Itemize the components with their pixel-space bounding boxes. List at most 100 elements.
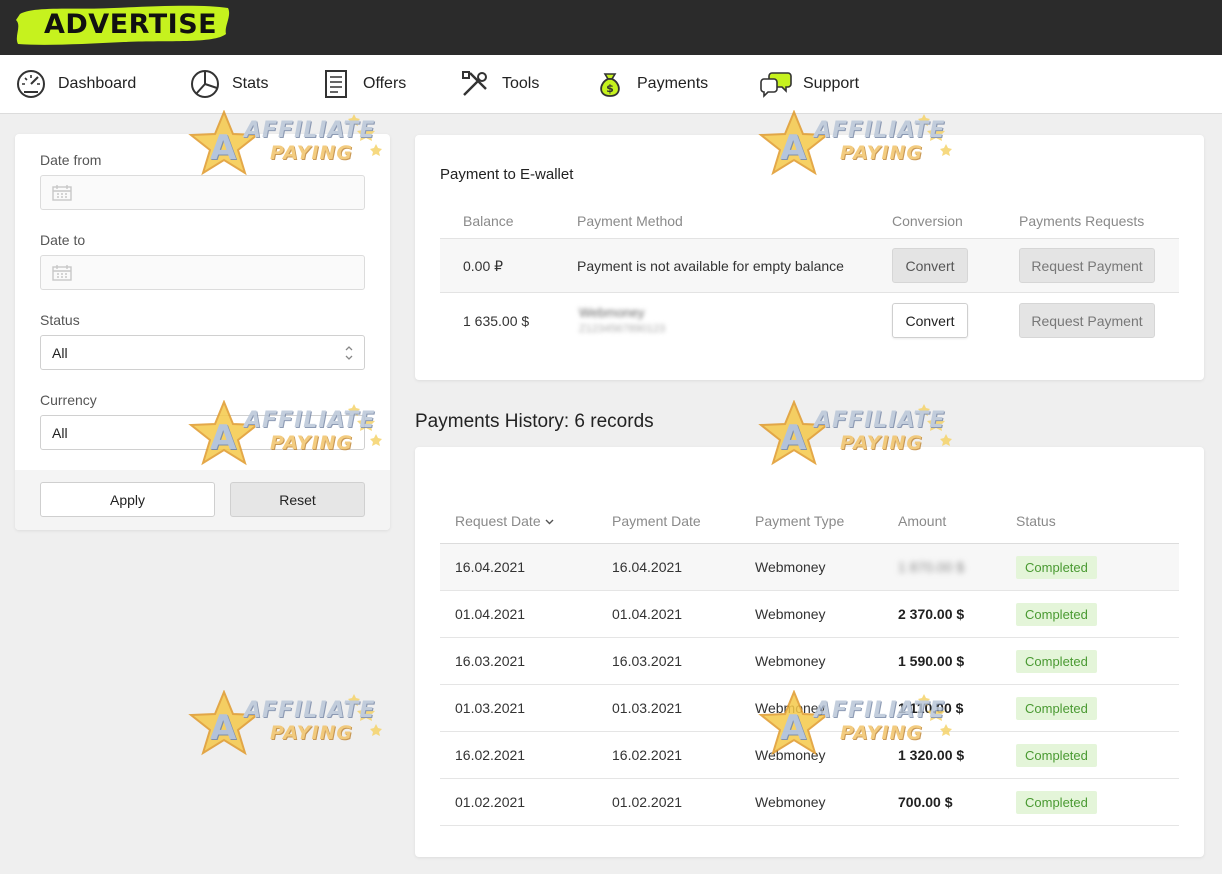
wallet-method-blurred: Webmoney Z1234567890123 [577,303,717,343]
column-header-payment-method: Payment Method [577,213,683,229]
column-header-payment-type: Payment Type [755,513,845,529]
amount-cell: 1 110.00 $ [898,700,964,716]
nav-label: Payments [637,75,709,92]
request-payment-button[interactable]: Request Payment [1019,248,1155,283]
nav-item-support[interactable]: Support [760,55,859,113]
pie-chart-icon [189,68,221,100]
nav-item-offers[interactable]: Offers [320,55,406,113]
table-row: 16.04.2021 16.04.2021 Webmoney 1 870.00 $ Co… [440,544,1179,591]
wallet-method-account: Z1234567890123 [579,323,666,335]
ewallet-title: Payment to E-wallet [440,166,574,183]
convert-button-disabled[interactable]: Convert [892,248,968,283]
status-select[interactable]: All [40,335,365,370]
wallet-balance: 0.00 ₽ [463,258,504,274]
request-date-cell: 01.03.2021 [455,700,526,716]
wallet-method-name: Webmoney [579,305,645,320]
currency-select-value: All [52,425,68,441]
date-to-input[interactable] [40,255,365,290]
date-from-label: Date from [40,152,102,168]
nav-item-dashboard[interactable]: Dashboard [15,55,136,113]
payment-date-cell: 16.04.2021 [612,559,683,575]
payment-ewallet-card: Payment to E-wallet Balance Payment Meth… [415,135,1204,380]
calendar-icon [52,185,72,206]
payment-date-cell: 01.04.2021 [612,606,683,622]
payment-date-cell: 01.02.2021 [612,794,683,810]
nav-label: Stats [232,75,269,92]
payments-history-card: Request Date Payment Date Payment Type A… [415,447,1204,857]
star-icon [188,690,382,756]
row-divider [440,292,1179,293]
status-select-value: All [52,345,68,361]
column-header-payment-date: Payment Date [612,513,701,529]
nav-item-stats[interactable]: Stats [189,55,268,113]
wallet-balance: 1 635.00 $ [463,313,530,329]
payment-type-cell: Webmoney [755,794,826,810]
request-date-cell: 01.02.2021 [455,794,526,810]
nav-item-payments[interactable]: $ Payments [594,55,708,113]
column-header-balance: Balance [463,213,514,229]
table-row: 01.02.2021 01.02.2021 Webmoney 700.00 $ Comp… [440,779,1179,826]
table-row: 01.04.2021 01.04.2021 Webmoney 2 370.00 $ Co… [440,591,1179,638]
column-header-payments-requests: Payments Requests [1019,213,1145,229]
convert-button[interactable]: Convert [892,303,968,338]
payment-date-cell: 16.02.2021 [612,747,683,763]
filter-panel: Date from Date to Status All Currency Al… [15,134,390,530]
wallet-row: 0.00 ₽ Payment is not available for empt… [440,239,1179,292]
table-row: 01.03.2021 01.03.2021 Webmoney 1 110.00 $ Co… [440,685,1179,732]
nav-label: Tools [502,75,540,92]
logo-text: ADVERTISE [44,9,218,40]
payment-date-cell: 16.03.2021 [612,653,683,669]
reset-button[interactable]: Reset [230,482,365,517]
request-date-cell: 16.02.2021 [455,747,526,763]
nav-label: Dashboard [58,75,137,92]
amount-cell: 1 870.00 $ [898,559,965,575]
payments-history-title: Payments History: 6 records [415,411,654,432]
date-to-label: Date to [40,232,86,248]
status-badge: Completed [1016,603,1097,626]
amount-cell: 2 370.00 $ [898,606,965,622]
column-header-request-date[interactable]: Request Date [455,513,554,529]
status-label: Status [40,312,80,328]
filter-footer: Apply Reset [15,470,390,530]
svg-text:$: $ [606,82,614,95]
payment-type-cell: Webmoney [755,559,826,575]
payment-type-cell: Webmoney [755,606,826,622]
payment-type-cell: Webmoney [755,747,826,763]
status-badge: Completed [1016,556,1097,579]
nav-item-tools[interactable]: Tools [459,55,539,113]
column-header-conversion: Conversion [892,213,963,229]
payment-type-cell: Webmoney [755,700,826,716]
currency-select[interactable]: All [40,415,365,450]
gauge-icon [15,68,47,100]
status-badge: Completed [1016,697,1097,720]
wallet-method: Payment is not available for empty balan… [577,258,844,274]
nav-label: Offers [363,75,407,92]
apply-button[interactable]: Apply [40,482,215,517]
amount-cell: 1 320.00 $ [898,747,965,763]
currency-label: Currency [40,392,97,408]
select-arrows-icon [344,343,354,363]
document-icon [320,68,352,100]
payment-date-cell: 01.03.2021 [612,700,683,716]
amount-cell: 1 590.00 $ [898,653,965,669]
table-row: 16.03.2021 16.03.2021 Webmoney 1 590.00 $ Co… [440,638,1179,685]
main-nav: Dashboard Stats Offers Tools $ Payments … [0,55,1222,114]
amount-cell: 700.00 $ [898,794,953,810]
request-date-cell: 16.04.2021 [455,559,526,575]
top-bar: ADVERTISE [0,0,1222,55]
status-badge: Completed [1016,744,1097,767]
request-payment-button[interactable]: Request Payment [1019,303,1155,338]
status-badge: Completed [1016,791,1097,814]
money-bag-icon: $ [594,68,626,100]
logo[interactable]: ADVERTISE [14,4,230,46]
tools-icon [459,68,491,100]
column-header-status: Status [1016,513,1056,529]
payment-type-cell: Webmoney [755,653,826,669]
table-row: 16.02.2021 16.02.2021 Webmoney 1 320.00 $ Co… [440,732,1179,779]
status-badge: Completed [1016,650,1097,673]
chat-bubbles-icon [760,68,792,100]
request-date-cell: 01.04.2021 [455,606,526,622]
column-header-amount: Amount [898,513,947,529]
date-from-input[interactable] [40,175,365,210]
watermark-affiliate-paying: A AFFILIATE PAYING [186,690,386,762]
